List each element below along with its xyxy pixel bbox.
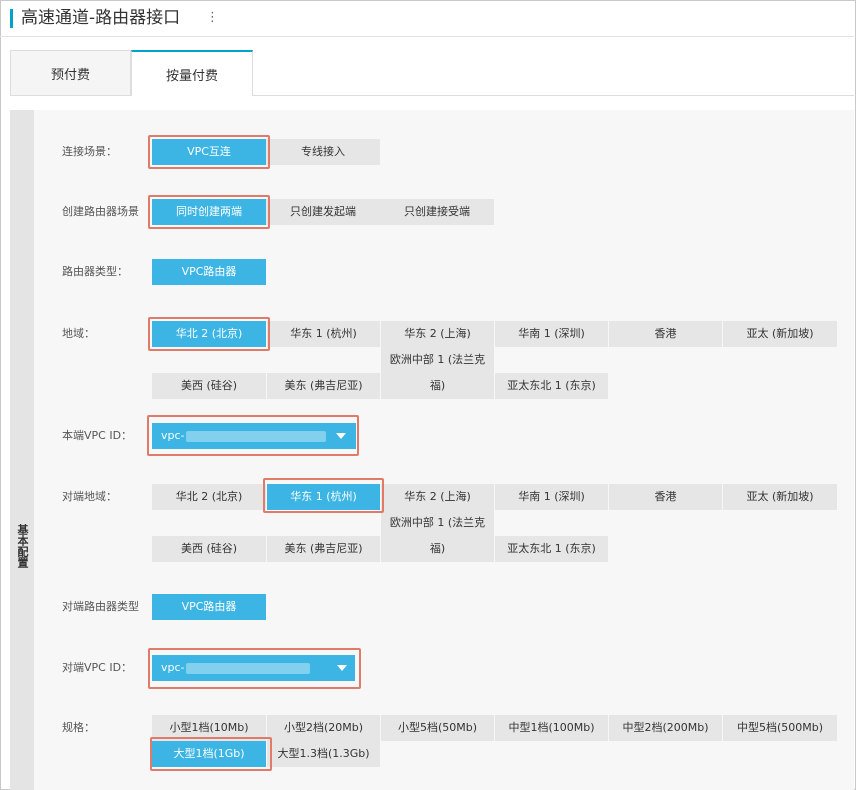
option-peer-vpc-router[interactable]: VPC路由器 xyxy=(152,594,266,620)
option-create-both[interactable]: 同时创建两端 xyxy=(152,199,266,225)
spec-option[interactable]: 大型1档(1Gb) xyxy=(152,741,266,767)
page-title: 高速通道-路由器接口 xyxy=(21,8,181,28)
region-option[interactable]: 亚太东北 1 (东京) xyxy=(495,373,608,399)
spec-option[interactable]: 中型5档(500Mb) xyxy=(723,715,837,741)
peer-region-option[interactable]: 美东 (弗吉尼亚) xyxy=(267,536,380,562)
peer-region-option[interactable]: 香港 xyxy=(609,484,722,510)
local-vpc-prefix: vpc- xyxy=(161,429,185,442)
peer-region-option[interactable]: 欧洲中部 1 (法兰克福) xyxy=(381,510,494,562)
option-vpc-router[interactable]: VPC路由器 xyxy=(152,259,266,285)
create-scene-label: 创建路由器场景 xyxy=(62,205,139,218)
spec-label: 规格： xyxy=(62,721,95,734)
spec-option[interactable]: 大型1.3档(1.3Gb) xyxy=(267,741,380,767)
peer-region-option[interactable]: 华北 2 (北京) xyxy=(152,484,266,510)
region-option[interactable]: 亚太 (新加坡) xyxy=(723,321,837,347)
peer-vpc-prefix: vpc- xyxy=(161,661,185,674)
side-strip: 基本配置 xyxy=(10,110,34,790)
region-option[interactable]: 香港 xyxy=(609,321,722,347)
redacted-value xyxy=(186,663,310,674)
option-create-acceptor[interactable]: 只创建接受端 xyxy=(380,199,494,225)
redacted-value xyxy=(186,431,326,442)
peer-vpc-label: 对端VPC ID： xyxy=(62,661,133,674)
peer-region-option[interactable]: 华南 1 (深圳) xyxy=(495,484,608,510)
region-option[interactable]: 欧洲中部 1 (法兰克福) xyxy=(381,347,494,399)
title-accent-bar xyxy=(10,9,13,28)
region-option[interactable]: 华南 1 (深圳) xyxy=(495,321,608,347)
peer-router-type-label: 对端路由器类型 xyxy=(62,600,139,613)
region-option[interactable]: 华东 1 (杭州) xyxy=(267,321,380,347)
local-vpc-select[interactable]: vpc- xyxy=(152,423,356,449)
region-option[interactable]: 美东 (弗吉尼亚) xyxy=(267,373,380,399)
option-create-initiator[interactable]: 只创建发起端 xyxy=(266,199,380,225)
spec-option[interactable]: 中型1档(100Mb) xyxy=(495,715,608,741)
router-type-label: 路由器类型： xyxy=(62,265,128,278)
connect-scene-label: 连接场景： xyxy=(62,145,117,158)
spec-option[interactable]: 小型5档(50Mb) xyxy=(381,715,494,741)
peer-region-option[interactable]: 华东 2 (上海) xyxy=(381,484,494,510)
option-vpc-interconnect[interactable]: VPC互连 xyxy=(152,139,266,165)
peer-region-option[interactable]: 华东 1 (杭州) xyxy=(267,484,380,510)
spec-option[interactable]: 小型1档(10Mb) xyxy=(152,715,266,741)
spec-option[interactable]: 小型2档(20Mb) xyxy=(267,715,380,741)
tab-prepaid[interactable]: 预付费 xyxy=(10,50,131,95)
local-vpc-label: 本端VPC ID： xyxy=(62,429,133,442)
region-option[interactable]: 华东 2 (上海) xyxy=(381,321,494,347)
peer-region-option[interactable]: 亚太东北 1 (东京) xyxy=(495,536,608,562)
section-label: 基本配置 xyxy=(16,524,29,568)
region-label: 地域： xyxy=(62,327,95,340)
tab-pay-as-you-go[interactable]: 按量付费 xyxy=(131,50,253,96)
config-panel: 基本配置 连接场景： VPC互连 专线接入 创建路由器场景 同时创建两端 只创建… xyxy=(10,110,854,790)
peer-region-label: 对端地域： xyxy=(62,490,117,503)
peer-vpc-select[interactable]: vpc- xyxy=(152,655,355,681)
chevron-down-icon xyxy=(337,665,347,671)
option-leased-line[interactable]: 专线接入 xyxy=(266,139,380,165)
region-option[interactable]: 美西 (硅谷) xyxy=(152,373,266,399)
peer-region-option[interactable]: 美西 (硅谷) xyxy=(152,536,266,562)
title-bar: 高速通道-路由器接口 ⋮ xyxy=(0,0,854,37)
billing-tabs: 预付费 按量付费 xyxy=(10,50,854,96)
chevron-down-icon xyxy=(336,433,346,439)
spec-option[interactable]: 中型2档(200Mb) xyxy=(609,715,722,741)
region-option[interactable]: 华北 2 (北京) xyxy=(152,321,266,347)
peer-region-option[interactable]: 亚太 (新加坡) xyxy=(723,484,837,510)
more-menu-icon[interactable]: ⋮ xyxy=(206,9,219,27)
